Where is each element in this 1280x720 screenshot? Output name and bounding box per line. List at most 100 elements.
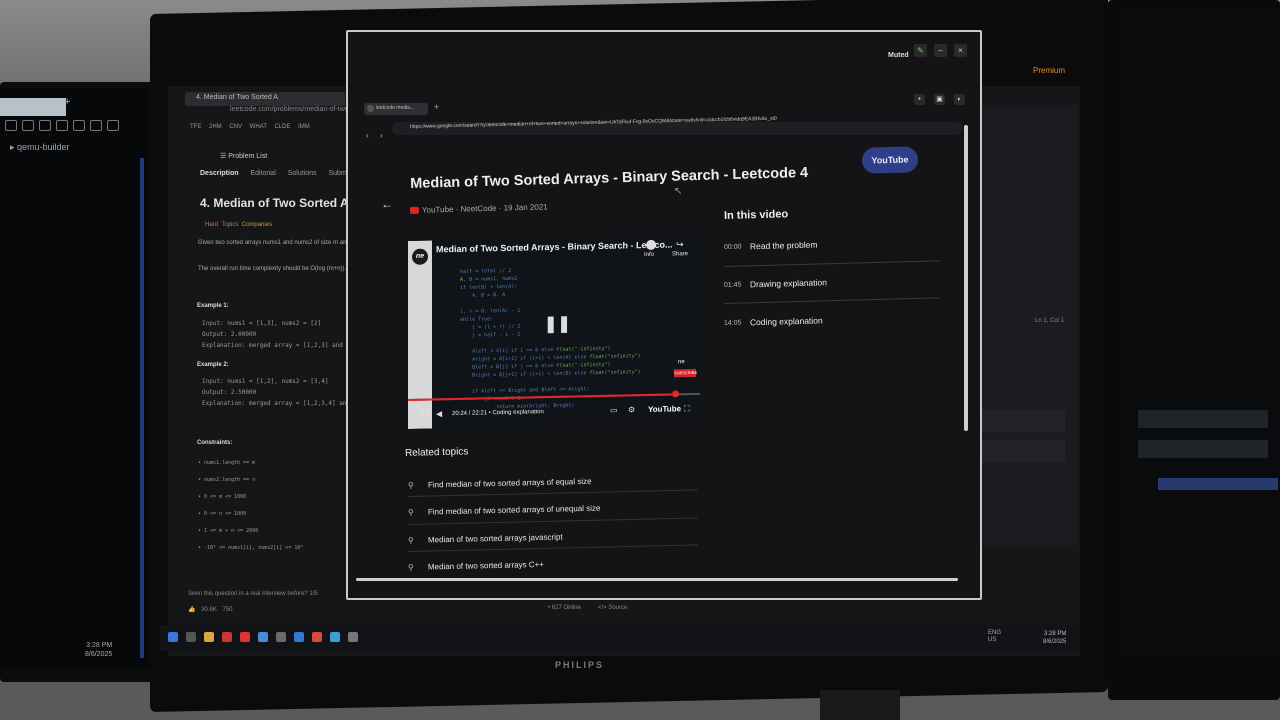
chapter-timestamp: 00:00 [723,243,742,251]
constraint-item: • 0 <= m <= 1000 [198,494,247,500]
subscribe-logo: ne [678,359,685,366]
problem-tabs: Description Editorial Solutions Submissi [200,170,357,177]
forward-nav-icon[interactable]: › [380,131,383,140]
left-monitor: + ▸ qemu-builder 3:28 PM 8/6/2025 [0,82,160,682]
problem-tags: Hard Topics Companies [205,222,272,228]
taskbar-clock[interactable]: 3:28 PM 8/6/2025 [1043,630,1066,646]
search-icon[interactable] [186,632,196,642]
example-1-heading: Example 1: [197,303,229,309]
tab-favicon-icon [367,105,374,112]
right-panel-row [1138,440,1268,458]
left-clock: 3:28 PM 8/6/2025 [85,642,113,658]
youtube-button[interactable]: YouTube [861,146,919,174]
online-count: • 627 Online [548,605,581,611]
constraint-item: • 1 <= m + n <= 2000 [198,528,259,534]
folder-icon[interactable] [204,632,214,642]
language-indicator[interactable]: ENG US [988,630,1001,644]
player-video-title[interactable]: Median of Two Sorted Arrays - Binary Sea… [436,239,673,254]
mouse-cursor-icon: ↖ [674,186,683,197]
mic-icon[interactable]: ✎ [914,44,927,57]
profile-icon[interactable]: ◐ [954,94,965,105]
left-toolbar-icon[interactable] [5,120,17,131]
constraint-item: • 0 <= n <= 1000 [198,511,247,517]
minimize-button[interactable]: – [934,44,947,57]
extension-icon[interactable]: ▣ [934,94,945,105]
new-tab-icon[interactable]: + [434,102,439,112]
progress-scrubber[interactable] [672,390,680,398]
horizontal-scrollbar[interactable] [356,578,958,581]
left-scrollbar[interactable] [140,158,144,658]
center-pause-icon[interactable]: ❚❚ [544,314,571,335]
back-arrow-icon[interactable]: ← [381,197,393,211]
companies-tag[interactable]: Companies [242,222,272,228]
pause-icon[interactable]: ❚❚ [418,410,431,419]
app-icon[interactable] [222,632,232,642]
youtube-wordmark[interactable]: YouTube [648,404,681,414]
bookmarks-bar[interactable]: TFE 2HM CNV WHAT CLDE IMM [190,124,310,130]
app-icon[interactable] [258,632,268,642]
leetcode-url[interactable]: leetcode.com/problems/median-of-two- [230,106,351,113]
left-toolbar-icon[interactable] [56,120,68,131]
constraint-item: • -10⁶ <= nums1[i], nums2[i] <= 10⁶ [198,545,304,551]
left-new-tab-icon[interactable]: + [64,96,70,108]
captions-icon[interactable]: ▭ [610,406,618,415]
leetcode-tab[interactable]: 4. Median of Two Sorted A [196,94,278,101]
tab-description[interactable]: Description [200,170,239,177]
chapter-name: Drawing explanation [749,277,828,290]
terminal-icon[interactable] [348,632,358,642]
left-monitor-screen: + ▸ qemu-builder 3:28 PM 8/6/2025 [0,88,150,668]
tab-solutions[interactable]: Solutions [288,170,317,177]
close-button[interactable]: × [954,44,967,57]
browser-icon[interactable] [240,632,250,642]
share-icon[interactable]: ↪ [676,239,684,250]
premium-link[interactable]: Premium [1033,66,1065,75]
interview-prompt[interactable]: Seen this question in a real interview b… [188,591,318,597]
left-toolbar-icon[interactable] [39,120,51,131]
search-icon: ⚲ [407,480,414,490]
source-link[interactable]: </> Source [598,605,627,611]
left-tab-bar[interactable] [0,98,66,116]
subscribe-badge[interactable]: SUBSCRIBE [674,368,697,378]
player-time: 20:24 / 22:21 • Coding explanation [452,409,544,418]
info-label[interactable]: Info [644,252,654,258]
app-icon[interactable] [276,632,286,642]
topics-tag[interactable]: Topics [221,222,238,228]
share-label[interactable]: Share [672,251,688,257]
left-toolbar-icon[interactable] [107,120,119,131]
chapter-name: Read the problem [749,239,818,252]
right-panel-row [1138,410,1268,428]
vscode-icon[interactable] [294,632,304,642]
related-topic-label: Median of two sorted arrays javascript [427,532,563,545]
muted-label: Muted [888,52,909,59]
editor-row [980,410,1065,432]
tab-editorial[interactable]: Editorial [250,170,275,177]
app-icon[interactable] [330,632,340,642]
monitor-stand [820,690,900,720]
app-icon[interactable] [312,632,322,642]
left-toolbar-icon[interactable] [22,120,34,131]
left-toolbar-icon[interactable] [90,120,102,131]
toolbar-dot-icon[interactable]: • [914,94,925,105]
related-topics-heading: Related topics [404,446,469,459]
right-selected-row [1158,478,1278,490]
problem-complexity: The overall run time complexity should b… [198,266,347,272]
video-frame-code: half = total // 2 A, B = nums1, nums2 if… [460,267,641,411]
fullscreen-icon[interactable]: ⛶ [684,404,690,414]
left-toolbar-icon[interactable] [73,120,85,131]
settings-gear-icon[interactable]: ⚙ [628,405,635,414]
problem-list-link[interactable]: ☰ Problem List [220,152,267,160]
search-icon: ⚲ [407,562,414,572]
start-icon[interactable] [168,632,178,642]
right-monitor-screen [1118,10,1280,660]
code-editor-panel [978,105,1078,545]
cursor-position: Ln 1, Col 1 [1035,318,1065,324]
back-nav-icon[interactable]: ‹ [366,131,369,140]
popup-tab-label: leetcode media... [376,105,415,111]
left-toolbar [0,118,150,131]
video-player[interactable]: ne half = total // 2 A, B = nums1, nums2… [408,234,700,429]
left-tree-item[interactable]: ▸ qemu-builder [10,142,70,153]
volume-icon[interactable]: ◀ [436,409,442,418]
vertical-scrollbar[interactable] [964,125,968,431]
chapter-timestamp: 01:45 [723,281,742,289]
search-icon: ⚲ [407,507,414,517]
